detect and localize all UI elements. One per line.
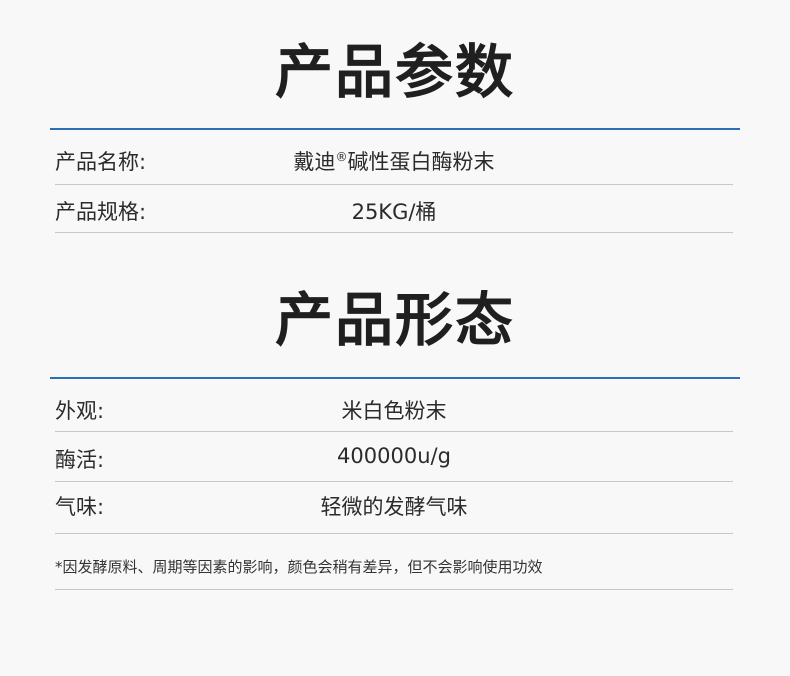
product-name-type: 碱性蛋白酶粉末 — [347, 150, 495, 174]
footnote: *因发酵原料、周期等因素的影响，颜色会稍有差异，但不会影响使用功效 — [55, 558, 543, 576]
form-row-appearance: 外观: 米白色粉末 — [55, 395, 733, 432]
product-spec-value: 25KG/桶 — [351, 200, 437, 224]
params-row-name: 产品名称: 戴迪®碱性蛋白酶粉末 — [55, 146, 733, 185]
product-name-value: 戴迪®碱性蛋白酶粉末 — [55, 146, 733, 176]
product-name-brand: 戴迪 — [293, 150, 336, 174]
form-row-odor: 气味: 轻微的发酵气味 — [55, 491, 733, 534]
appearance-value: 米白色粉末 — [341, 399, 447, 423]
params-title: 产品参数 — [274, 38, 515, 106]
params-row-spec: 产品规格: 25KG/桶 — [55, 196, 733, 233]
form-row-activity: 酶活: 400000u/g — [55, 444, 733, 482]
registered-mark: ® — [335, 150, 348, 164]
params-divider — [50, 128, 740, 130]
odor-value: 轻微的发酵气味 — [320, 495, 468, 519]
activity-value: 400000u/g — [337, 444, 451, 468]
form-title: 产品形态 — [274, 286, 515, 354]
form-divider — [50, 377, 740, 379]
